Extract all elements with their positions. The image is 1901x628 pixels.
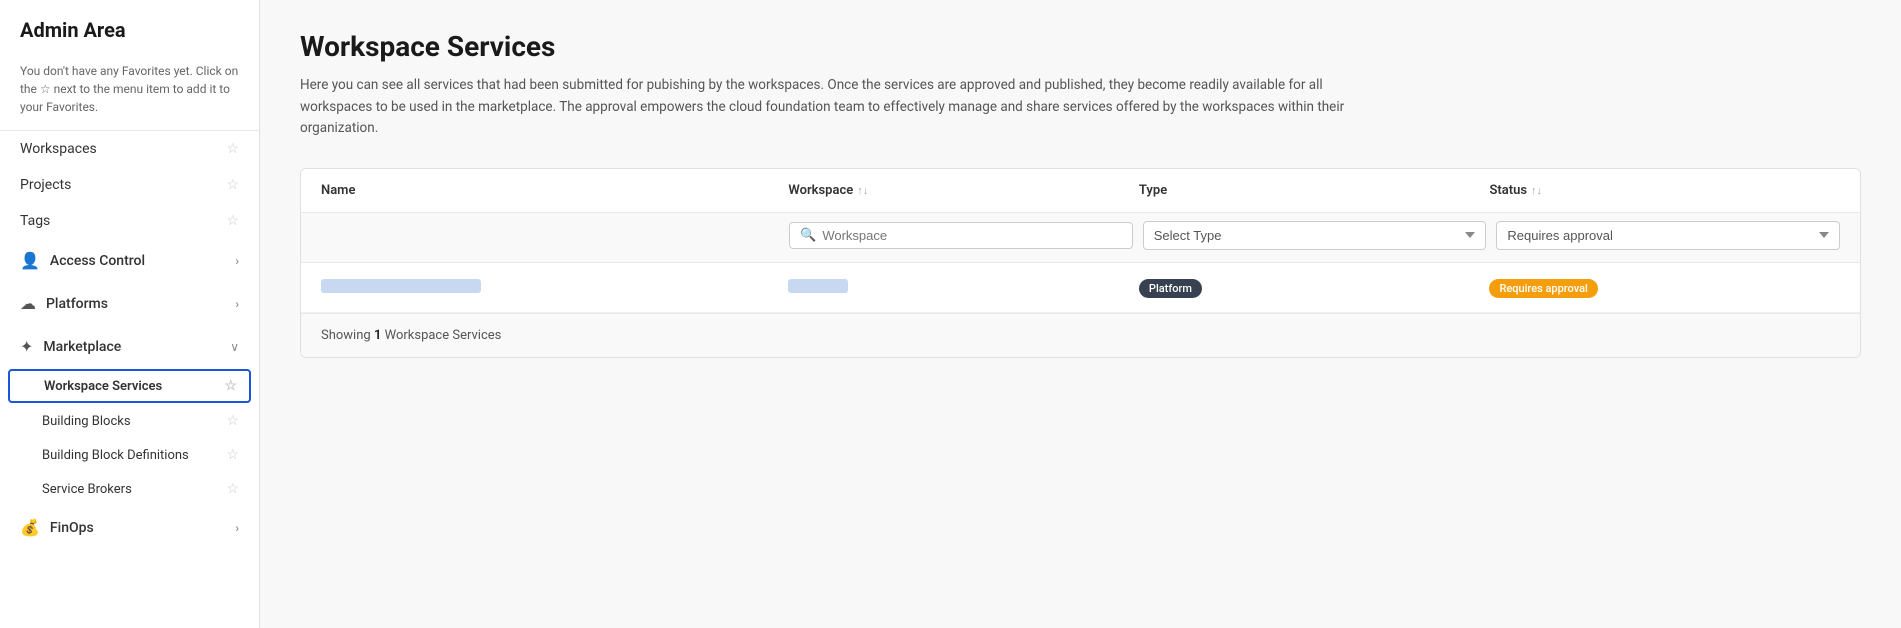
table-header-row: Name Workspace ↑↓ Type Status ↑↓ <box>301 169 1860 213</box>
table-footer: Showing 1 Workspace Services <box>301 313 1860 357</box>
cell-status: Requires approval <box>1489 277 1840 298</box>
section-marketplace: ✦ Marketplace ∨ Workspace Services ☆ Bui… <box>0 325 259 506</box>
main-content: Workspace Services Here you can see all … <box>260 0 1901 628</box>
status-sort-icon: ↑↓ <box>1531 184 1542 197</box>
workspace-search-input[interactable] <box>822 228 1121 243</box>
table-footer-label: Workspace Services <box>385 328 502 343</box>
status-filter-select[interactable]: Requires approval All Approved Published… <box>1496 221 1840 250</box>
workspace-search-wrapper[interactable]: 🔍 <box>789 222 1133 249</box>
section-platforms-header[interactable]: ☁ Platforms › <box>0 282 259 325</box>
favorite-star-projects[interactable]: ☆ <box>226 177 239 193</box>
favorite-star-tags[interactable]: ☆ <box>226 213 239 229</box>
sidebar-item-workspaces[interactable]: Workspaces ☆ <box>0 131 259 167</box>
filter-status-cell: Requires approval All Approved Published… <box>1496 221 1840 250</box>
favorite-star-workspace-services[interactable]: ☆ <box>224 378 237 394</box>
sidebar-header: Admin Area <box>0 0 259 52</box>
finops-chevron: › <box>235 521 239 535</box>
marketplace-chevron: ∨ <box>230 340 239 354</box>
section-finops: 💰 FinOps › <box>0 506 259 549</box>
sidebar-item-building-block-definitions-label: Building Block Definitions <box>42 448 189 463</box>
th-workspace-label: Workspace <box>788 183 853 198</box>
th-type-label: Type <box>1139 183 1167 198</box>
sidebar-favorites-hint: You don't have any Favorites yet. Click … <box>0 62 259 130</box>
th-name-label: Name <box>321 183 355 198</box>
cell-workspace <box>788 278 1139 297</box>
workspace-sort-icon: ↑↓ <box>857 184 868 197</box>
section-access-control-header[interactable]: 👤 Access Control › <box>0 239 259 282</box>
cell-type: Platform <box>1139 277 1490 298</box>
name-blurred-value <box>321 279 481 293</box>
favorite-star-workspaces[interactable]: ☆ <box>226 141 239 157</box>
th-workspace[interactable]: Workspace ↑↓ <box>788 183 1139 198</box>
type-filter-select[interactable]: Select Type Platform Service <box>1143 221 1487 250</box>
access-control-chevron: › <box>235 254 239 268</box>
filter-type-cell: Select Type Platform Service <box>1143 221 1487 250</box>
th-type: Type <box>1139 183 1490 198</box>
sidebar-item-building-blocks[interactable]: Building Blocks ☆ <box>0 404 259 438</box>
sidebar-item-service-brokers[interactable]: Service Brokers ☆ <box>0 472 259 506</box>
favorite-star-building-blocks[interactable]: ☆ <box>226 413 239 429</box>
section-marketplace-label: Marketplace <box>43 339 121 355</box>
section-access-control: 👤 Access Control › <box>0 239 259 282</box>
filter-workspace-cell: 🔍 <box>789 221 1133 250</box>
access-control-icon: 👤 <box>20 251 40 270</box>
page-title: Workspace Services <box>300 30 1861 63</box>
workspace-services-table: Name Workspace ↑↓ Type Status ↑↓ 🔍 <box>300 168 1861 358</box>
section-finops-label: FinOps <box>50 520 94 536</box>
favorite-star-building-block-definitions[interactable]: ☆ <box>226 447 239 463</box>
table-row[interactable]: Platform Requires approval <box>301 263 1860 313</box>
sidebar-item-projects[interactable]: Projects ☆ <box>0 167 259 203</box>
marketplace-icon: ✦ <box>20 337 33 356</box>
type-badge: Platform <box>1139 279 1202 298</box>
section-platforms-label: Platforms <box>46 296 108 312</box>
sidebar-item-workspaces-label: Workspaces <box>20 141 97 157</box>
platforms-chevron: › <box>235 297 239 311</box>
th-status-label: Status <box>1489 183 1527 198</box>
admin-area-title: Admin Area <box>20 18 239 42</box>
filter-row: 🔍 Select Type Platform Service Requires … <box>301 213 1860 263</box>
page-description: Here you can see all services that had b… <box>300 75 1350 140</box>
filter-name-cell <box>321 221 779 250</box>
sidebar-item-building-blocks-label: Building Blocks <box>42 414 131 429</box>
sidebar-item-service-brokers-label: Service Brokers <box>42 482 132 497</box>
sidebar-item-workspace-services[interactable]: Workspace Services ☆ <box>8 369 251 403</box>
table-count: 1 <box>374 328 381 343</box>
sidebar-item-tags[interactable]: Tags ☆ <box>0 203 259 239</box>
sidebar: Admin Area You don't have any Favorites … <box>0 0 260 628</box>
th-status[interactable]: Status ↑↓ <box>1489 183 1840 198</box>
status-badge: Requires approval <box>1489 279 1597 298</box>
th-name: Name <box>321 183 788 198</box>
section-platforms: ☁ Platforms › <box>0 282 259 325</box>
section-access-control-label: Access Control <box>50 253 145 269</box>
favorite-star-service-brokers[interactable]: ☆ <box>226 481 239 497</box>
sidebar-item-projects-label: Projects <box>20 177 71 193</box>
platforms-icon: ☁ <box>20 294 36 313</box>
sidebar-item-building-block-definitions[interactable]: Building Block Definitions ☆ <box>0 438 259 472</box>
sidebar-item-workspace-services-label: Workspace Services <box>44 379 162 394</box>
sidebar-item-tags-label: Tags <box>20 213 50 229</box>
finops-icon: 💰 <box>20 518 40 537</box>
workspace-blurred-value <box>788 279 848 293</box>
section-marketplace-header[interactable]: ✦ Marketplace ∨ <box>0 325 259 368</box>
cell-name <box>321 278 788 297</box>
section-finops-header[interactable]: 💰 FinOps › <box>0 506 259 549</box>
search-icon: 🔍 <box>800 228 816 243</box>
